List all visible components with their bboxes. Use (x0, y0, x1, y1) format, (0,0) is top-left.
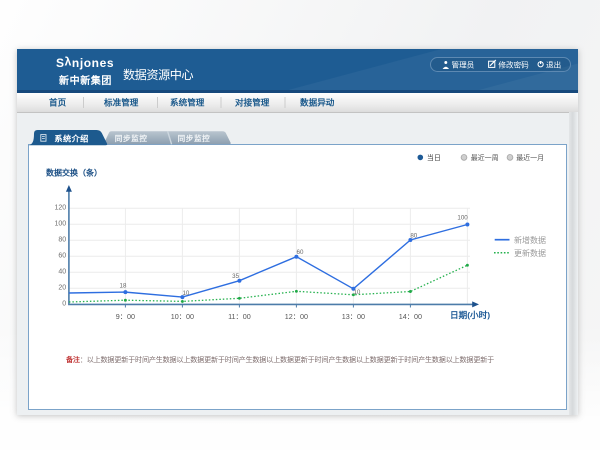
svg-text:最近一月: 最近一月 (516, 153, 544, 162)
svg-text:最近一周: 最近一周 (471, 153, 499, 162)
svg-text:数据异动: 数据异动 (300, 97, 335, 108)
svg-text:13：00: 13：00 (342, 312, 365, 321)
svg-text:日期(小时): 日期(小时) (450, 309, 490, 320)
svg-text:新增数据: 新增数据 (514, 235, 546, 245)
svg-text:同步监控: 同步监控 (178, 133, 211, 143)
svg-text:35: 35 (232, 273, 239, 280)
svg-text:10：00: 10：00 (171, 312, 194, 321)
svg-text:当日: 当日 (427, 153, 441, 162)
svg-text:0: 0 (62, 301, 66, 308)
svg-text:数据交换（条）: 数据交换（条） (46, 167, 102, 177)
svg-text:100: 100 (55, 221, 67, 228)
svg-text:系统管理: 系统管理 (170, 97, 205, 108)
svg-text:20: 20 (58, 285, 66, 292)
svg-text:60: 60 (58, 253, 66, 260)
svg-text:对接管理: 对接管理 (235, 97, 270, 108)
svg-text:60: 60 (297, 249, 304, 256)
svg-text:同步监控: 同步监控 (115, 133, 148, 143)
svg-text:80: 80 (410, 232, 417, 239)
svg-text:更新数据: 更新数据 (514, 248, 546, 258)
svg-text:80: 80 (58, 237, 66, 244)
svg-text:12：00: 12：00 (285, 312, 308, 321)
svg-text:100: 100 (457, 215, 468, 222)
svg-text:40: 40 (58, 269, 66, 276)
svg-text:120: 120 (55, 205, 67, 212)
svg-text:10: 10 (353, 289, 360, 296)
svg-text:14：00: 14：00 (399, 312, 422, 321)
svg-text:10: 10 (182, 290, 189, 297)
svg-text:18: 18 (120, 283, 127, 290)
svg-text:退出: 退出 (546, 60, 561, 70)
svg-text:9：00: 9：00 (116, 312, 135, 321)
svg-text:11：00: 11：00 (228, 312, 251, 321)
svg-text:首页: 首页 (49, 97, 67, 108)
svg-text:标准管理: 标准管理 (103, 97, 139, 108)
svg-text:管理员: 管理员 (452, 60, 475, 70)
svg-text:系统介绍: 系统介绍 (54, 134, 88, 144)
svg-text:修改密码: 修改密码 (498, 60, 529, 70)
